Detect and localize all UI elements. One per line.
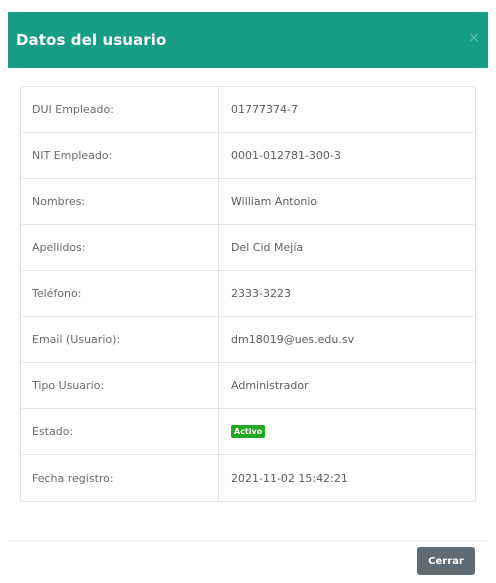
status-badge: Activo <box>231 425 266 438</box>
close-icon[interactable]: × <box>468 31 480 45</box>
field-value-tipo-usuario: Administrador <box>231 379 309 392</box>
table-row: Nombres: William Antonio <box>21 179 475 225</box>
field-label-estado: Estado: <box>21 409 219 454</box>
table-row: DUI Empleado: 01777374-7 <box>21 87 475 133</box>
field-value-apellidos: Del Cid Mejía <box>231 241 304 254</box>
field-label-dui: DUI Empleado: <box>21 87 219 132</box>
table-row: Tipo Usuario: Administrador <box>21 363 475 409</box>
table-row: Teléfono: 2333-3223 <box>21 271 475 317</box>
field-value-nit: 0001-012781-300-3 <box>231 149 341 162</box>
field-label-tipo-usuario: Tipo Usuario: <box>21 363 219 408</box>
footer-divider <box>8 540 488 541</box>
field-value-fecha-registro: 2021-11-02 15:42:21 <box>231 471 348 485</box>
field-label-telefono: Teléfono: <box>21 271 219 316</box>
table-row: Estado: Activo <box>21 409 475 455</box>
field-value-nombres: William Antonio <box>231 195 318 208</box>
modal-header: Datos del usuario × <box>8 12 488 68</box>
field-value-estado: Activo <box>219 409 475 454</box>
table-row: Email (Usuario): dm18019@ues.edu.sv <box>21 317 475 363</box>
table-row: Apellidos: Del Cid Mejía <box>21 225 475 271</box>
user-details-table: DUI Empleado: 01777374-7 NIT Empleado: 0… <box>20 86 476 502</box>
table-row: NIT Empleado: 0001-012781-300-3 <box>21 133 475 179</box>
field-label-email: Email (Usuario): <box>21 317 219 362</box>
field-value-dui: 01777374-7 <box>231 103 298 116</box>
field-label-nit: NIT Empleado: <box>21 133 219 178</box>
field-value-telefono: 2333-3223 <box>231 287 291 300</box>
modal-title: Datos del usuario <box>16 31 167 49</box>
field-label-fecha-registro: Fecha registro: <box>21 455 219 501</box>
user-details-modal: Datos del usuario × DUI Empleado: 017773… <box>0 0 496 583</box>
field-label-nombres: Nombres: <box>21 179 219 224</box>
table-row: Fecha registro: 2021-11-02 15:42:21 <box>21 455 475 501</box>
close-button[interactable]: Cerrar <box>417 547 475 575</box>
field-value-email: dm18019@ues.edu.sv <box>231 333 355 346</box>
field-label-apellidos: Apellidos: <box>21 225 219 270</box>
